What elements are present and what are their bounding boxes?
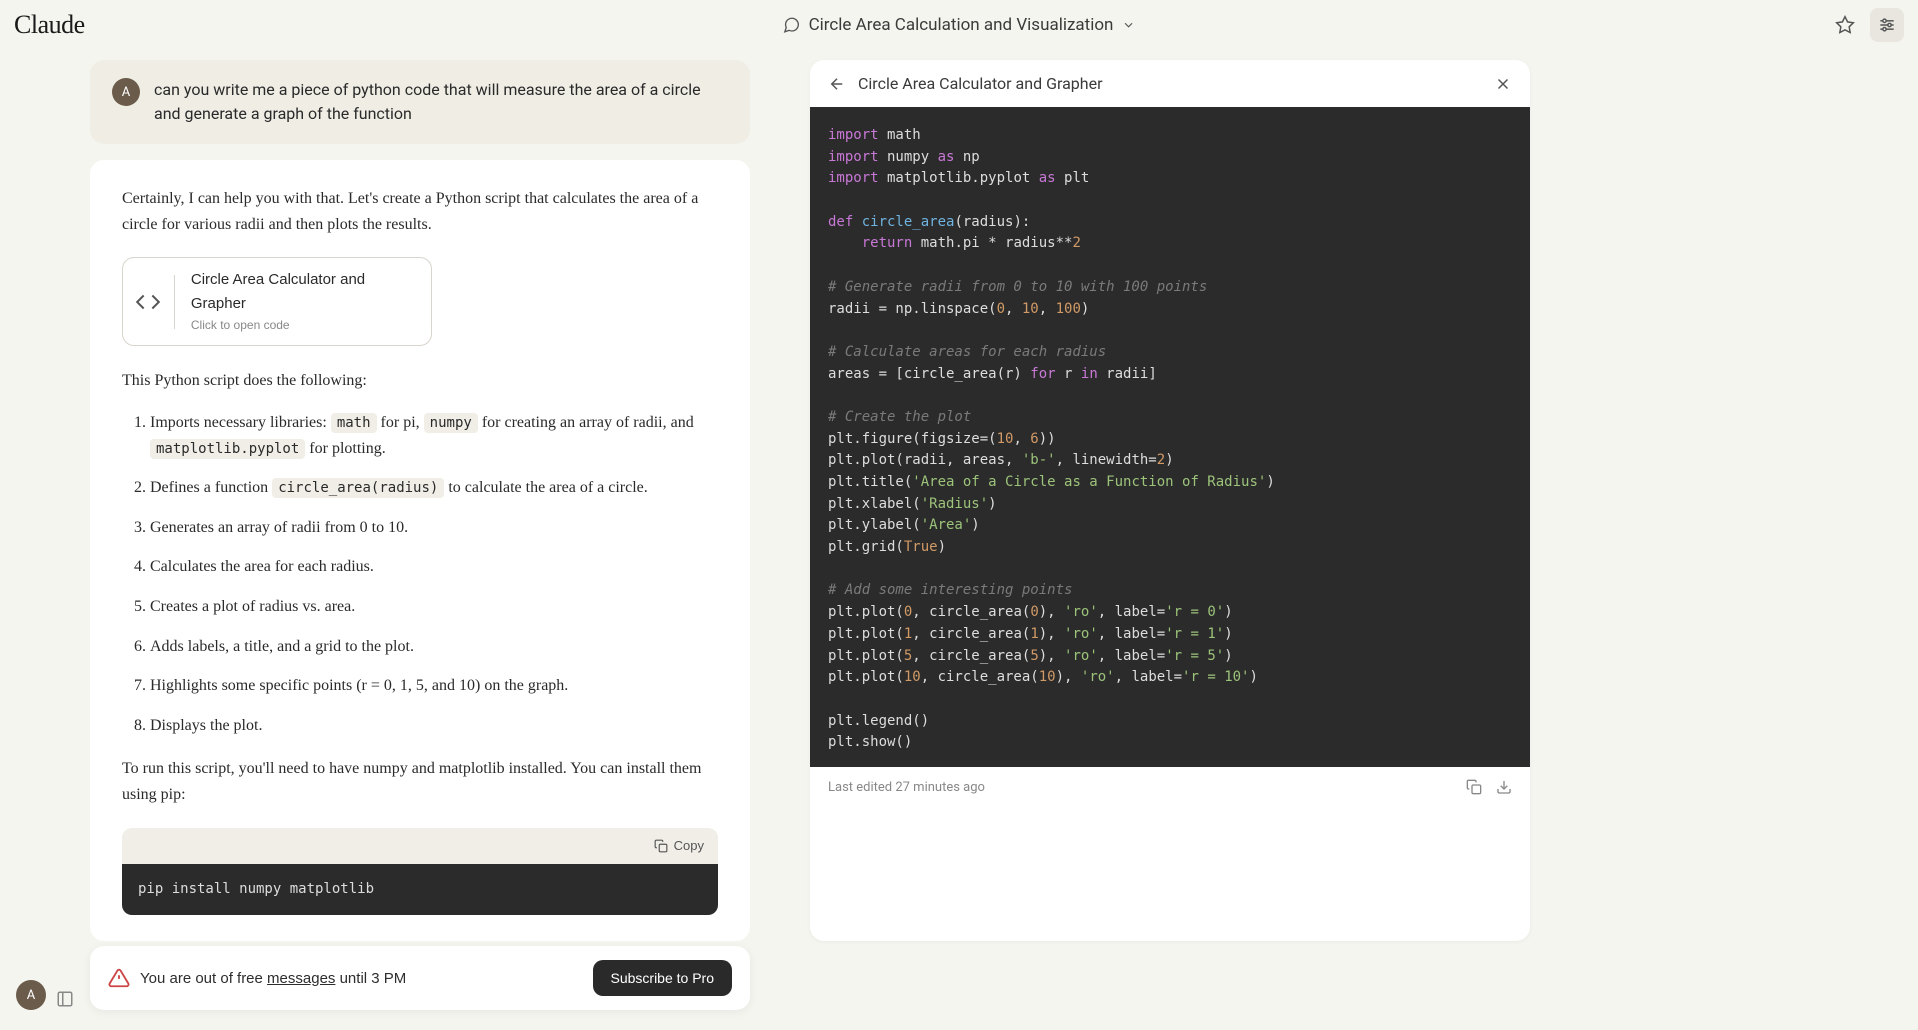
inline-code: numpy	[424, 413, 478, 433]
close-icon[interactable]	[1494, 75, 1512, 93]
panel-header: Circle Area Calculator and Grapher	[810, 60, 1530, 107]
messages-link[interactable]: messages	[267, 970, 335, 987]
list-item: Creates a plot of radius vs. area.	[150, 594, 718, 620]
star-button[interactable]	[1828, 8, 1862, 42]
list-item: Calculates the area for each radius.	[150, 554, 718, 580]
copy-icon[interactable]	[1466, 779, 1482, 795]
subscribe-button[interactable]: Subscribe to Pro	[593, 960, 733, 996]
user-message-text: can you write me a piece of python code …	[154, 78, 728, 126]
conversation-title[interactable]: Circle Area Calculation and Visualizatio…	[783, 15, 1136, 35]
code-editor[interactable]: import math import numpy as np import ma…	[810, 107, 1530, 767]
chat-icon	[783, 16, 801, 34]
assistant-intro: Certainly, I can help you with that. Let…	[122, 186, 718, 237]
list-item: Displays the plot.	[150, 713, 718, 739]
logo[interactable]: Claude	[14, 10, 85, 40]
sidebar-toggle-icon[interactable]	[56, 990, 74, 1008]
last-edited: Last edited 27 minutes ago	[828, 780, 985, 795]
app-header: Claude Circle Area Calculation and Visua…	[0, 0, 1918, 50]
outro-text: To run this script, you'll need to have …	[122, 756, 718, 807]
copy-button[interactable]: Copy	[654, 836, 704, 857]
sidebar-avatar[interactable]: A	[16, 980, 46, 1010]
settings-button[interactable]	[1870, 8, 1904, 42]
artifact-title: Circle Area Calculator and Grapher	[191, 268, 415, 316]
panel-title: Circle Area Calculator and Grapher	[858, 74, 1103, 93]
list-item: Adds labels, a title, and a grid to the …	[150, 634, 718, 660]
code-icon	[123, 275, 175, 329]
limit-text: You are out of free messages until 3 PM	[140, 970, 406, 987]
description-intro: This Python script does the following:	[122, 368, 718, 394]
title-text: Circle Area Calculation and Visualizatio…	[809, 15, 1114, 35]
inline-code: math	[331, 413, 377, 433]
artifact-panel: Circle Area Calculator and Grapher impor…	[810, 60, 1530, 941]
panel-footer: Last edited 27 minutes ago	[810, 767, 1530, 807]
inline-code: circle_area(radius)	[272, 478, 444, 498]
inline-code: matplotlib.pyplot	[150, 439, 305, 459]
code-block: Copy pip install numpy matplotlib	[122, 828, 718, 915]
list-item: Imports necessary libraries: math for pi…	[150, 410, 718, 461]
download-icon[interactable]	[1496, 779, 1512, 795]
artifact-subtitle: Click to open code	[191, 316, 415, 335]
user-message: A can you write me a piece of python cod…	[90, 60, 750, 144]
user-avatar: A	[112, 78, 140, 106]
list-item: Defines a function circle_area(radius) t…	[150, 475, 718, 501]
assistant-message: Certainly, I can help you with that. Let…	[90, 160, 750, 941]
back-icon[interactable]	[828, 75, 846, 93]
chevron-down-icon	[1121, 18, 1135, 32]
code-content: pip install numpy matplotlib	[122, 864, 718, 914]
message-limit-bar: You are out of free messages until 3 PM …	[90, 946, 750, 1010]
main-content: A can you write me a piece of python cod…	[0, 50, 1918, 941]
list-item: Generates an array of radii from 0 to 10…	[150, 515, 718, 541]
warning-icon	[108, 967, 130, 989]
conversation-column: A can you write me a piece of python cod…	[90, 60, 750, 941]
explanation-list: Imports necessary libraries: math for pi…	[122, 410, 718, 738]
artifact-reference[interactable]: Circle Area Calculator and Grapher Click…	[122, 257, 432, 346]
copy-label: Copy	[674, 836, 704, 857]
list-item: Highlights some specific points (r = 0, …	[150, 673, 718, 699]
